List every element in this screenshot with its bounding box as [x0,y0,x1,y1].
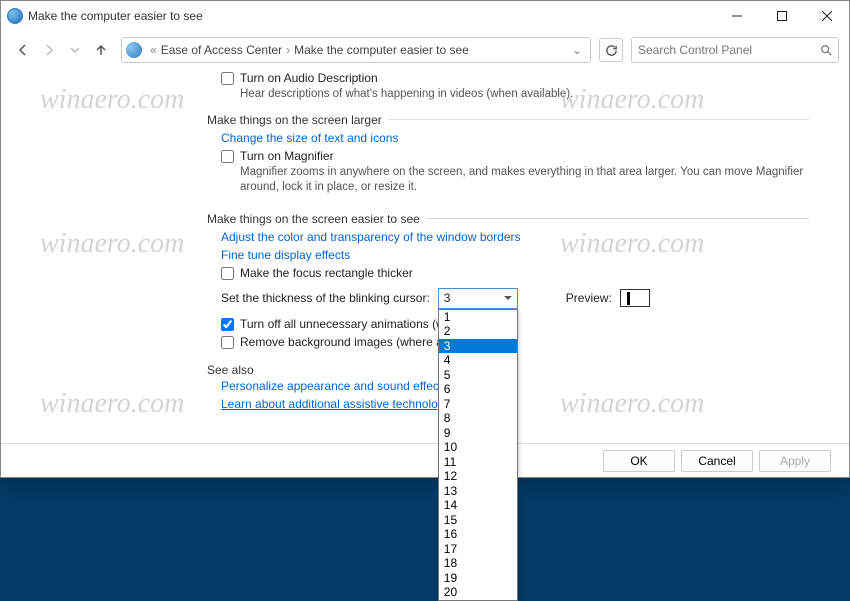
up-button[interactable] [89,38,113,62]
dropdown-option[interactable]: 3 [439,339,517,354]
titlebar: Make the computer easier to see [1,1,849,31]
content: Turn on Audio Description Hear descripti… [1,69,849,443]
cursor-thickness-label: Set the thickness of the blinking cursor… [221,291,430,305]
window-buttons [714,1,849,31]
apply-button[interactable]: Apply [759,450,831,472]
magnifier-checkbox[interactable] [221,150,234,163]
cancel-button[interactable]: Cancel [681,450,753,472]
link-window-borders[interactable]: Adjust the color and transparency of the… [221,228,809,246]
ok-button[interactable]: OK [603,450,675,472]
app-icon [7,8,23,24]
audio-description-sub: Hear descriptions of what's happening in… [240,87,809,103]
search-placeholder: Search Control Panel [638,43,752,57]
minimize-button[interactable] [714,1,759,31]
cursor-thickness-value: 3 [444,291,504,305]
focus-rect-checkbox[interactable] [221,267,234,280]
dropdown-option[interactable]: 9 [439,426,517,441]
dropdown-option[interactable]: 12 [439,469,517,484]
search-icon [820,44,832,56]
preview-label: Preview: [566,291,612,305]
dropdown-option[interactable]: 11 [439,455,517,470]
footer: OK Cancel Apply [1,443,849,477]
dropdown-option[interactable]: 2 [439,324,517,339]
background-images-checkbox[interactable] [221,336,234,349]
link-fine-tune[interactable]: Fine tune display effects [221,246,809,264]
link-text-size[interactable]: Change the size of text and icons [221,129,809,147]
dropdown-option[interactable]: 18 [439,556,517,571]
breadcrumb-parent[interactable]: Ease of Access Center [161,43,282,57]
dropdown-option[interactable]: 20 [439,585,517,600]
cursor-thickness-combo[interactable]: 3 [438,288,518,309]
dropdown-option[interactable]: 13 [439,484,517,499]
cursor-preview [620,289,650,307]
magnifier-sub: Magnifier zooms in anywhere on the scree… [240,165,809,196]
dropdown-option[interactable]: 4 [439,353,517,368]
dropdown-option[interactable]: 7 [439,397,517,412]
dropdown-option[interactable]: 1 [439,310,517,325]
nav-bar: « Ease of Access Center › Make the compu… [1,31,849,69]
dropdown-option[interactable]: 17 [439,542,517,557]
breadcrumb-sep: « [146,43,161,57]
cursor-thickness-dropdown[interactable]: 1234567891011121314151617181920 [438,309,518,601]
dropdown-option[interactable]: 6 [439,382,517,397]
forward-button[interactable] [37,38,61,62]
dropdown-option[interactable]: 19 [439,571,517,586]
chevron-down-icon [504,296,512,300]
breadcrumb-icon [126,42,142,58]
cursor-thickness-row: Set the thickness of the blinking cursor… [221,288,809,309]
dropdown-option[interactable]: 15 [439,513,517,528]
window-title: Make the computer easier to see [28,9,203,23]
focus-rect-label: Make the focus rectangle thicker [240,266,413,280]
animations-checkbox[interactable] [221,318,234,331]
dropdown-option[interactable]: 16 [439,527,517,542]
caret-icon [627,292,630,305]
group-easier-label: Make things on the screen easier to see [207,212,426,226]
back-button[interactable] [11,38,35,62]
refresh-button[interactable] [599,38,623,62]
chevron-down-icon[interactable]: ⌄ [572,43,586,57]
magnifier-label: Turn on Magnifier [240,149,334,163]
group-larger: Make things on the screen larger Change … [221,113,809,202]
search-input[interactable]: Search Control Panel [631,37,839,63]
audio-description-checkbox[interactable] [221,72,234,85]
chevron-right-icon: › [282,43,294,57]
close-button[interactable] [804,1,849,31]
dropdown-option[interactable]: 5 [439,368,517,383]
breadcrumb[interactable]: « Ease of Access Center › Make the compu… [121,37,591,63]
group-larger-label: Make things on the screen larger [207,113,388,127]
recent-button[interactable] [63,38,87,62]
dropdown-option[interactable]: 10 [439,440,517,455]
breadcrumb-current[interactable]: Make the computer easier to see [294,43,469,57]
dropdown-option[interactable]: 8 [439,411,517,426]
dropdown-option[interactable]: 14 [439,498,517,513]
window: Make the computer easier to see « Ease o… [0,0,850,478]
audio-description-label: Turn on Audio Description [240,71,378,85]
maximize-button[interactable] [759,1,804,31]
